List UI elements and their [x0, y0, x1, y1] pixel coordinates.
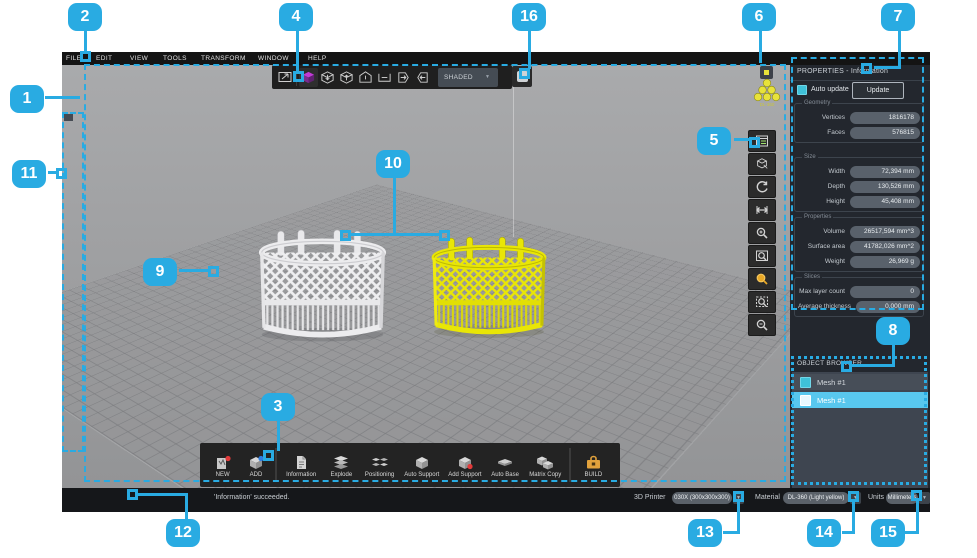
callout-4: 4	[279, 3, 313, 31]
annotation-target	[127, 489, 138, 500]
annotation-line	[138, 493, 188, 496]
callout-9: 9	[143, 258, 177, 286]
callout-8: 8	[876, 317, 910, 345]
annotation-target	[340, 230, 351, 241]
annotation-line	[898, 31, 901, 69]
annotation-target	[439, 230, 450, 241]
annotation-rect-properties	[791, 57, 924, 310]
annotation-target	[293, 71, 304, 82]
callout-13: 13	[688, 519, 722, 547]
annotation-rect-object-browser	[791, 356, 927, 485]
callout-12: 12	[166, 519, 200, 547]
annotation-line	[734, 138, 750, 141]
annotation-target	[80, 51, 91, 62]
annotation-line	[852, 364, 894, 367]
annotation-line	[179, 269, 209, 272]
annotation-line	[45, 96, 80, 99]
annotation-line	[916, 501, 919, 534]
annotation-rect-viewport	[84, 64, 786, 482]
status-message: 'Information' succeeded.	[214, 494, 289, 501]
menu-transform[interactable]: TRANSFORM	[201, 55, 246, 62]
annotation-line	[351, 233, 441, 236]
annotation-target	[56, 168, 67, 179]
callout-15: 15	[871, 519, 905, 547]
annotation-target	[911, 490, 922, 501]
annotation-line	[528, 31, 531, 69]
status-bar: 'Information' succeeded. 3D Printer 030X…	[62, 488, 930, 512]
annotation-target	[519, 68, 530, 79]
callout-2: 2	[68, 3, 102, 31]
menu-help[interactable]: HELP	[308, 55, 327, 62]
annotation-target	[749, 137, 760, 148]
callout-16: 16	[512, 3, 546, 31]
annotation-line	[84, 31, 87, 53]
annotation-line	[296, 31, 299, 71]
page: FILE EDIT VIEW TOOLS TRANSFORM WINDOW HE…	[0, 0, 977, 558]
callout-7: 7	[881, 3, 915, 31]
annotation-target	[861, 63, 872, 74]
menu-window[interactable]: WINDOW	[258, 55, 289, 62]
printer-label: 3D Printer	[634, 494, 666, 501]
printer-select[interactable]: 030X (300x300x300)	[672, 492, 732, 504]
callout-10: 10	[376, 150, 410, 178]
menu-edit[interactable]: EDIT	[96, 55, 112, 62]
callout-1: 1	[10, 85, 44, 113]
annotation-line	[185, 493, 188, 519]
annotation-line	[759, 31, 762, 63]
callout-3: 3	[261, 393, 295, 421]
callout-14: 14	[807, 519, 841, 547]
annotation-rect-left-strip	[62, 112, 84, 452]
annotation-line	[874, 66, 900, 69]
annotation-target	[733, 491, 744, 502]
annotation-line	[393, 178, 396, 236]
callout-11: 11	[12, 160, 46, 188]
callout-5: 5	[697, 127, 731, 155]
material-select[interactable]: DL-360 (Light yellow)	[783, 492, 849, 504]
units-label: Units	[868, 494, 884, 501]
menu-view[interactable]: VIEW	[130, 55, 148, 62]
annotation-line	[852, 502, 855, 534]
annotation-target	[848, 491, 859, 502]
annotation-line	[737, 502, 740, 534]
annotation-target	[841, 361, 852, 372]
callout-6: 6	[742, 3, 776, 31]
material-label: Material	[755, 494, 780, 501]
annotation-target	[263, 450, 274, 461]
menu-tools[interactable]: TOOLS	[163, 55, 187, 62]
annotation-line	[277, 421, 280, 451]
annotation-target	[208, 266, 219, 277]
